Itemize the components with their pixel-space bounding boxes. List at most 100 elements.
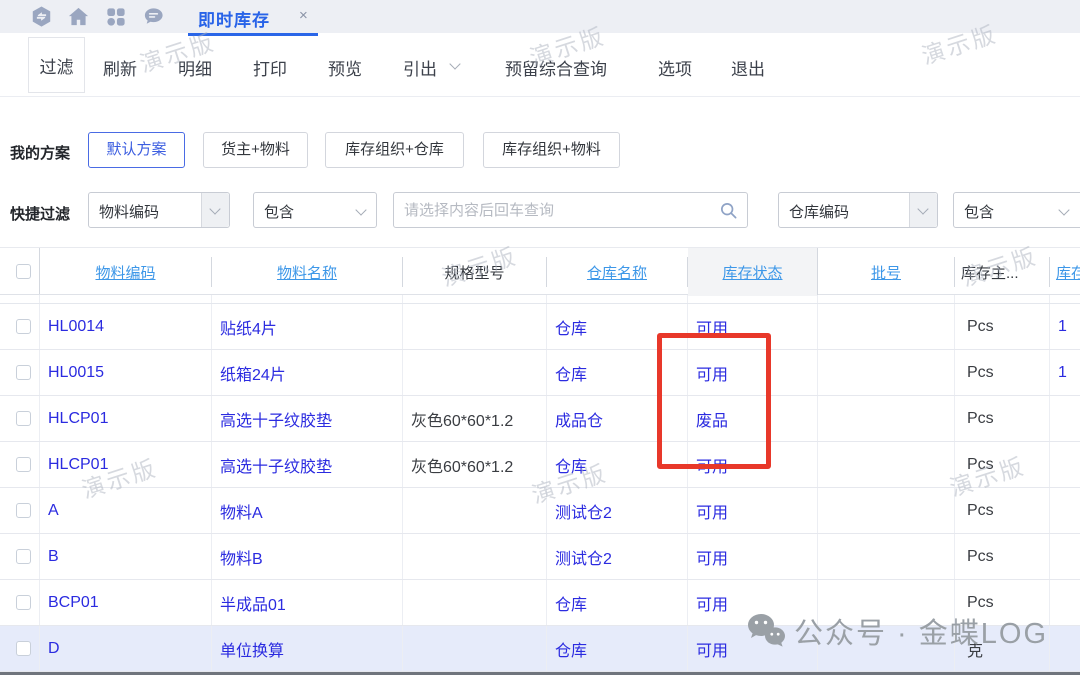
cell-warehouse-name[interactable]: 仓库 xyxy=(547,350,688,395)
cell-warehouse-name[interactable]: 成品仓 xyxy=(547,396,688,441)
search-icon[interactable] xyxy=(719,201,738,220)
filter-field-select[interactable]: 物料编码 xyxy=(88,192,230,228)
export-button[interactable]: 引出 xyxy=(403,55,437,80)
table-row[interactable]: BCP01 半成品01 仓库 可用 Pcs xyxy=(0,580,1080,626)
cell-material-code[interactable]: HL0015 xyxy=(40,350,212,395)
options-button[interactable]: 选项 xyxy=(658,55,692,80)
cell-material-code[interactable]: HLCP01 xyxy=(40,442,212,487)
cell-material-name[interactable]: 纸箱24片 xyxy=(212,350,403,395)
chevron-down-icon[interactable] xyxy=(355,204,366,215)
row-checkbox-cell xyxy=(0,488,40,533)
refresh-button[interactable]: 刷新 xyxy=(103,55,137,80)
row-checkbox[interactable] xyxy=(16,365,31,380)
plan-default-button[interactable]: 默认方案 xyxy=(88,132,185,168)
cell-stock-status[interactable]: 可用 xyxy=(688,442,818,487)
cell-material-code[interactable]: B xyxy=(40,534,212,579)
cell-stock-status[interactable]: 可用 xyxy=(688,534,818,579)
chevron-down-icon[interactable] xyxy=(1058,204,1069,215)
cell-stock-qty: 1 xyxy=(1050,304,1080,349)
header-material-code[interactable]: 物料编码 xyxy=(40,257,212,287)
row-checkbox-cell xyxy=(0,396,40,441)
cell-material-name[interactable]: 物料A xyxy=(212,488,403,533)
cell-warehouse-name[interactable]: 测试仓2 xyxy=(547,488,688,533)
warehouse-field-value: 仓库编码 xyxy=(789,201,849,222)
header-warehouse-name[interactable]: 仓库名称 xyxy=(547,257,688,287)
row-checkbox[interactable] xyxy=(16,641,31,656)
cell-warehouse-name[interactable]: 仓库 xyxy=(547,580,688,625)
table-row[interactable]: HL0014 贴纸4片 仓库 可用 Pcs 1 xyxy=(0,304,1080,350)
chevron-down-icon[interactable] xyxy=(201,193,229,227)
table-row[interactable]: B 物料B 测试仓2 可用 Pcs xyxy=(0,534,1080,580)
detail-button[interactable]: 明细 xyxy=(178,55,212,80)
chevron-down-icon[interactable] xyxy=(449,58,460,69)
header-stock-qty[interactable]: 库存 xyxy=(1050,257,1080,287)
select-all-checkbox[interactable] xyxy=(16,264,31,279)
row-checkbox[interactable] xyxy=(16,457,31,472)
warehouse-field-select[interactable]: 仓库编码 xyxy=(778,192,938,228)
warehouse-op-select[interactable]: 包含 xyxy=(953,192,1080,228)
cell-material-name[interactable]: 高选十子纹胶垫 xyxy=(212,396,403,441)
plan-owner-material-button[interactable]: 货主+物料 xyxy=(203,132,308,168)
cell-material-code[interactable]: HLCP01 xyxy=(40,396,212,441)
sync-logo-icon[interactable] xyxy=(30,5,53,28)
header-stock-status[interactable]: 库存状态 xyxy=(688,248,818,296)
header-batch-no[interactable]: 批号 xyxy=(818,257,955,287)
header-material-name[interactable]: 物料名称 xyxy=(212,257,403,287)
cell-stock-main-unit: 克 xyxy=(955,626,1050,671)
row-checkbox-cell xyxy=(0,442,40,487)
print-button[interactable]: 打印 xyxy=(253,55,287,80)
cell-material-name[interactable]: 物料B xyxy=(212,534,403,579)
reserve-query-button[interactable]: 预留综合查询 xyxy=(505,55,607,80)
cell-spec xyxy=(403,488,547,533)
tab-instant-inventory[interactable]: 即时库存 xyxy=(198,6,270,31)
cell-material-code[interactable]: HL0014 xyxy=(40,304,212,349)
plan-org-material-button[interactable]: 库存组织+物料 xyxy=(483,132,620,168)
table-row[interactable]: D 单位换算 仓库 可用 克 xyxy=(0,626,1080,672)
row-checkbox[interactable] xyxy=(16,549,31,564)
row-checkbox[interactable] xyxy=(16,319,31,334)
cell-material-name[interactable]: 单位换算 xyxy=(212,626,403,671)
cell-stock-status[interactable]: 可用 xyxy=(688,350,818,395)
cell-warehouse-name[interactable]: 测试仓2 xyxy=(547,534,688,579)
row-checkbox[interactable] xyxy=(16,503,31,518)
apps-grid-icon[interactable] xyxy=(104,5,127,28)
cell-stock-status[interactable]: 可用 xyxy=(688,304,818,349)
cell-material-code[interactable]: BCP01 xyxy=(40,580,212,625)
toolbar: 过滤 刷新 明细 打印 预览 引出 预留综合查询 选项 退出 xyxy=(0,33,1080,97)
cell-warehouse-name[interactable]: 仓库 xyxy=(547,442,688,487)
table-row[interactable]: HL0015 纸箱24片 仓库 可用 Pcs 1 xyxy=(0,350,1080,396)
cell-material-code[interactable]: A xyxy=(40,488,212,533)
search-input[interactable] xyxy=(404,194,709,226)
quick-filter-label: 快捷过滤 xyxy=(10,203,70,224)
cell-batch-no xyxy=(818,442,955,487)
filter-button[interactable]: 过滤 xyxy=(28,37,85,93)
header-spec[interactable]: 规格型号 xyxy=(403,257,547,287)
tab-close-icon[interactable]: × xyxy=(299,7,308,24)
cell-material-code[interactable]: D xyxy=(40,626,212,671)
filter-op-select[interactable]: 包含 xyxy=(253,192,377,228)
cell-spec xyxy=(403,534,547,579)
cell-material-name[interactable]: 贴纸4片 xyxy=(212,304,403,349)
table-row[interactable]: A 物料A 测试仓2 可用 Pcs xyxy=(0,488,1080,534)
home-icon[interactable] xyxy=(67,5,90,28)
cell-stock-status[interactable]: 可用 xyxy=(688,580,818,625)
message-icon[interactable] xyxy=(142,5,165,28)
cell-stock-status[interactable]: 可用 xyxy=(688,488,818,533)
row-checkbox[interactable] xyxy=(16,595,31,610)
chevron-down-icon[interactable] xyxy=(909,193,937,227)
cell-stock-status[interactable]: 废品 xyxy=(688,396,818,441)
table-row[interactable]: HLCP01 高选十子纹胶垫 灰色60*60*1.2 成品仓 废品 Pcs xyxy=(0,396,1080,442)
plan-org-warehouse-button[interactable]: 库存组织+仓库 xyxy=(325,132,464,168)
preview-button[interactable]: 预览 xyxy=(328,55,362,80)
cell-material-name[interactable]: 高选十子纹胶垫 xyxy=(212,442,403,487)
row-checkbox[interactable] xyxy=(16,411,31,426)
cell-stock-status[interactable]: 可用 xyxy=(688,626,818,671)
cell-material-name[interactable]: 半成品01 xyxy=(212,580,403,625)
table-row[interactable]: HLCP01 高选十子纹胶垫 灰色60*60*1.2 仓库 可用 Pcs xyxy=(0,442,1080,488)
cell-warehouse-name[interactable]: 仓库 xyxy=(547,626,688,671)
cell-warehouse-name[interactable]: 仓库 xyxy=(547,304,688,349)
exit-button[interactable]: 退出 xyxy=(731,55,765,80)
header-stock-main-unit[interactable]: 库存主... xyxy=(955,257,1050,287)
cell-stock-main-unit: Pcs xyxy=(955,488,1050,533)
cell-stock-qty xyxy=(1050,488,1080,533)
